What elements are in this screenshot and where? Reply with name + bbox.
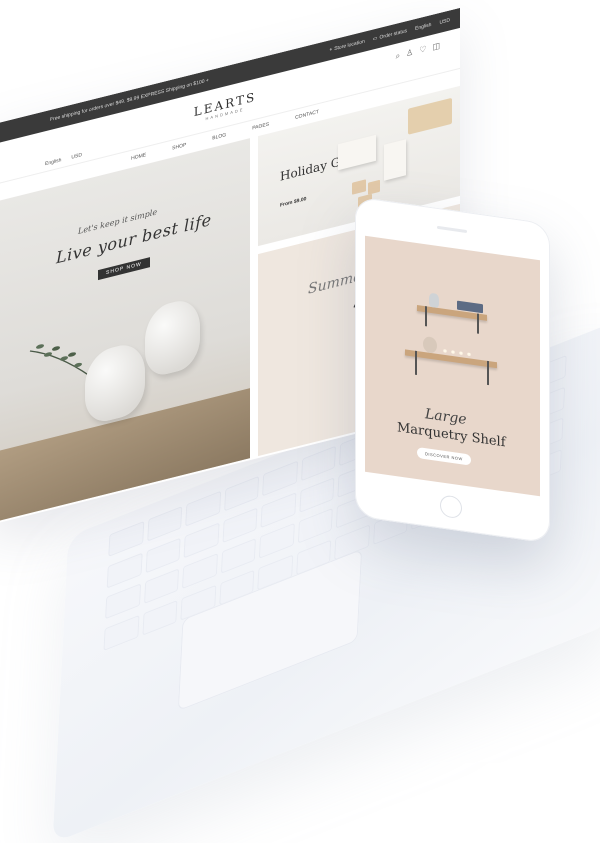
- language-select[interactable]: English: [45, 157, 61, 167]
- gift-box-image: [384, 139, 406, 181]
- header-icons: ⌕ ♙ ♡ ◫: [396, 41, 440, 62]
- order-status-link[interactable]: ▭ Order status: [373, 28, 407, 43]
- vase-image: [429, 292, 439, 309]
- phone-speaker: [437, 225, 467, 234]
- account-icon[interactable]: ♙: [406, 47, 413, 59]
- pinecone-image: [423, 335, 437, 354]
- language-select-top[interactable]: English: [415, 22, 431, 32]
- ceramic-vase-image: [145, 295, 200, 380]
- phone-screen: Large Marquetry Shelf DISCOVER NOW: [365, 235, 540, 497]
- currency-select-top[interactable]: USD: [439, 17, 450, 26]
- wooden-block-image: [368, 179, 380, 195]
- nav-blog[interactable]: BLOG: [212, 132, 226, 141]
- currency-select[interactable]: USD: [71, 152, 82, 161]
- wooden-cart-image: [408, 97, 452, 135]
- nav-shop[interactable]: SHOP: [172, 142, 186, 152]
- shelf-bracket: [487, 360, 489, 386]
- cart-icon[interactable]: ◫: [432, 41, 440, 53]
- nav-contact[interactable]: CONTACT: [295, 109, 319, 121]
- nav-home[interactable]: HOME: [131, 152, 146, 162]
- discover-now-button[interactable]: DISCOVER NOW: [417, 447, 471, 466]
- location-pin-icon: ⌖: [329, 46, 333, 54]
- hero-banner[interactable]: Let's keep it simple Live your best life…: [0, 138, 250, 523]
- gifts-price: From $9.00: [280, 196, 307, 209]
- smartphone: Large Marquetry Shelf DISCOVER NOW: [355, 196, 550, 544]
- shelf-bracket: [477, 313, 479, 334]
- store-locator-link[interactable]: ⌖ Store location: [329, 39, 364, 54]
- wishlist-icon[interactable]: ♡: [419, 44, 426, 56]
- shelf-bracket: [415, 350, 417, 376]
- gift-box-image: [338, 134, 376, 171]
- truck-icon: ▭: [372, 35, 378, 43]
- shelf-bracket: [425, 306, 427, 327]
- search-icon[interactable]: ⌕: [396, 51, 400, 62]
- site-logo[interactable]: LEARTS HANDMADE: [194, 89, 256, 124]
- shop-now-button[interactable]: SHOP NOW: [98, 257, 150, 281]
- nav-pages[interactable]: PAGES: [252, 121, 269, 131]
- home-button[interactable]: [440, 494, 462, 519]
- wooden-block-image: [352, 179, 366, 195]
